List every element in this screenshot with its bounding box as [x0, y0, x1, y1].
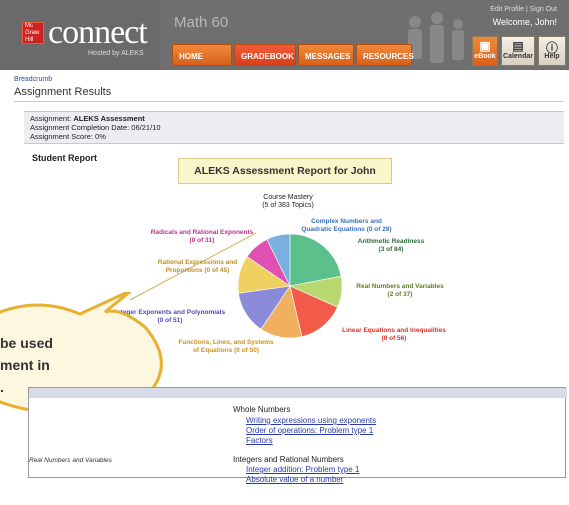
pie-label-line: Functions, Lines, and Systems: [178, 339, 274, 346]
connect-logo[interactable]: connect: [48, 14, 148, 52]
pie-slice-label: Real Numbers and Variables (2 of 37): [345, 283, 455, 298]
group-title: Integers and Rational Numbers: [233, 455, 344, 464]
pie-slice-label: Arithmetic Readiness (3 of 84): [336, 238, 446, 253]
student-report-heading: Student Report: [32, 153, 97, 163]
pie-label-line: Real Numbers and Variables: [356, 283, 444, 290]
course-title: Math 60: [174, 14, 229, 31]
pie-slice-label: Linear Equations and Inequalities (0 of 5…: [329, 327, 459, 342]
pie-label-line: Complex Numbers and: [311, 218, 382, 225]
pie-label-line: Rational Expressions and: [157, 259, 238, 266]
pie-slice-label: Functions, Lines, and Systems of Equation…: [166, 339, 286, 354]
pie-label-line: Quadratic Equations (0 of 28): [301, 225, 392, 233]
tab-messages[interactable]: MESSAGES: [298, 44, 354, 66]
assignment-name: ALEKS Assessment: [73, 114, 145, 123]
ebook-button[interactable]: ▣ eBook: [472, 36, 498, 66]
help-button[interactable]: ⓘ Help: [538, 36, 566, 66]
pie-slice[interactable]: [289, 233, 342, 287]
topic-link[interactable]: Order of operations: Problem type 1: [246, 426, 373, 435]
help-icon: ⓘ: [545, 41, 558, 55]
mastery-title: Course Mastery: [263, 194, 313, 201]
pie-slice[interactable]: [289, 275, 343, 308]
profile-links[interactable]: Edit Profile | Sign Out: [490, 6, 557, 13]
pie-slice[interactable]: [246, 239, 291, 287]
tab-gradebook[interactable]: GRADEBOOK: [234, 44, 296, 66]
breadcrumb[interactable]: Breadcrumb: [14, 76, 52, 83]
pie-label-line: (0 of 56): [381, 334, 407, 342]
category-label: Real Numbers and Variables: [29, 457, 112, 464]
logo-subtitle: Hosted by ALEKS: [88, 50, 144, 57]
topic-link[interactable]: Absolute value of a number: [246, 475, 343, 484]
pie-label-line: (3 of 84): [378, 245, 404, 253]
pie-slice-label: Rational Expressions and Proportions (0 o…: [145, 259, 250, 274]
pie-label-line: Linear Equations and Inequalities: [342, 327, 446, 334]
app-header: Mc Graw Hill connect Hosted by ALEKS Mat…: [0, 0, 569, 70]
tab-resources[interactable]: RESOURCES: [356, 44, 414, 66]
group-title: Whole Numbers: [233, 405, 291, 414]
mcgraw-hill-logo: Mc Graw Hill: [22, 22, 44, 44]
logo-area: Mc Graw Hill connect Hosted by ALEKS: [0, 0, 160, 70]
tab-home[interactable]: HOME: [172, 44, 232, 66]
assignment-info: Assignment: ALEKS Assessment Assignment …: [24, 111, 564, 144]
calendar-icon: ▤: [512, 39, 524, 53]
pie-slice[interactable]: [266, 233, 291, 287]
pie-label-line: of Equations (0 of 50): [192, 346, 260, 354]
pie-label-line: (2 of 37): [387, 290, 413, 298]
assignment-score: Assignment Score: 0%: [30, 131, 106, 141]
completion-date: Assignment Completion Date: 06/21/10: [30, 122, 161, 132]
pie-label-line: Radicals and Rational Exponents: [150, 229, 254, 236]
page-title: Assignment Results: [14, 86, 112, 98]
report-title-box: ALEKS Assessment Report for John: [178, 158, 392, 184]
book-icon: ▣: [479, 39, 491, 53]
topic-link[interactable]: Factors: [246, 436, 273, 445]
divider: [14, 101, 564, 102]
calendar-button[interactable]: ▤ Calendar: [501, 36, 535, 66]
table-header: [29, 388, 567, 398]
welcome-text: Welcome, John!: [492, 17, 557, 27]
pie-slices[interactable]: [237, 233, 343, 339]
pie-label-line: Proportions (0 of 45): [165, 266, 230, 274]
pie-slice[interactable]: [238, 285, 291, 330]
pie-slice-label: Complex Numbers and Quadratic Equations (…: [299, 218, 394, 233]
course-mastery: Course Mastery (5 of 383 Topics): [253, 194, 323, 210]
topic-link[interactable]: Integer addition: Problem type 1: [246, 465, 359, 474]
pie-slice[interactable]: [260, 285, 303, 339]
pie-slice-label: Radicals and Rational Exponents (0 of 31): [138, 229, 266, 244]
pie-label-line: (0 of 31): [189, 236, 215, 244]
topic-link[interactable]: Writing expressions using exponents: [246, 416, 376, 425]
pie-label-line: Arithmetic Readiness: [357, 238, 425, 245]
mastery-count: (5 of 383 Topics): [262, 202, 314, 209]
